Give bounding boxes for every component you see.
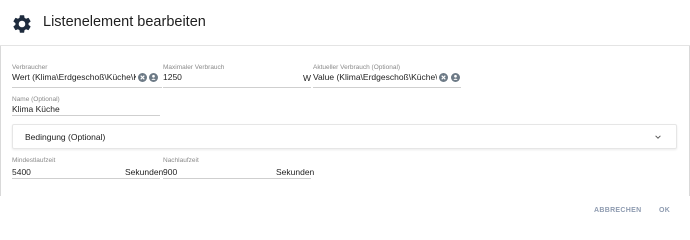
chevron-down-icon[interactable] <box>654 133 662 141</box>
aktueller-verbrauch-label: Aktueller Verbrauch (Optional) <box>313 64 401 71</box>
verbraucher-label: Verbraucher <box>12 64 48 71</box>
clear-icon[interactable] <box>439 73 448 82</box>
max-verbrauch-value[interactable]: 1250 <box>163 72 182 82</box>
name-value[interactable]: Klima Küche <box>12 104 60 114</box>
nachlaufzeit-unit: Sekunden <box>276 167 315 177</box>
bedingung-panel[interactable]: Bedingung (Optional) <box>12 124 677 149</box>
mindestlaufzeit-underline <box>12 178 160 179</box>
cancel-button[interactable]: ABBRECHEN <box>594 207 641 214</box>
select-object-icon[interactable] <box>149 73 158 82</box>
name-field[interactable]: Name (Optional) Klima Küche <box>12 96 160 116</box>
verbraucher-value[interactable]: Wert (Klima\Erdgeschoß\Küche\Klima Küche… <box>12 72 136 82</box>
nachlaufzeit-label: Nachlaufzeit <box>163 157 199 164</box>
dialog-header: Listenelement bearbeiten <box>0 0 690 46</box>
aktueller-verbrauch-value[interactable]: Value (Klima\Erdgeschoß\Küche\Klima Küch… <box>313 72 437 82</box>
max-verbrauch-field[interactable]: Maximaler Verbrauch 1250 <box>163 64 311 88</box>
ok-button[interactable]: OK <box>659 207 670 214</box>
bedingung-label: Bedingung (Optional) <box>25 132 106 142</box>
select-object-icon[interactable] <box>451 73 460 82</box>
max-verbrauch-underline <box>163 87 311 88</box>
name-label: Name (Optional) <box>12 96 60 103</box>
name-underline <box>12 115 160 116</box>
max-verbrauch-label: Maximaler Verbrauch <box>163 64 225 71</box>
max-verbrauch-unit: W <box>303 73 312 83</box>
aktueller-verbrauch-underline <box>313 87 461 88</box>
gear-icon <box>13 15 31 33</box>
mindestlaufzeit-unit: Sekunden <box>125 167 164 177</box>
nachlaufzeit-underline <box>163 178 311 179</box>
nachlaufzeit-value[interactable]: 900 <box>163 167 177 177</box>
dialog-title: Listenelement bearbeiten <box>43 14 206 30</box>
mindestlaufzeit-label: Mindestlaufzeit <box>12 157 56 164</box>
clear-icon[interactable] <box>138 73 147 82</box>
verbraucher-underline <box>12 87 162 88</box>
mindestlaufzeit-value[interactable]: 5400 <box>12 167 31 177</box>
